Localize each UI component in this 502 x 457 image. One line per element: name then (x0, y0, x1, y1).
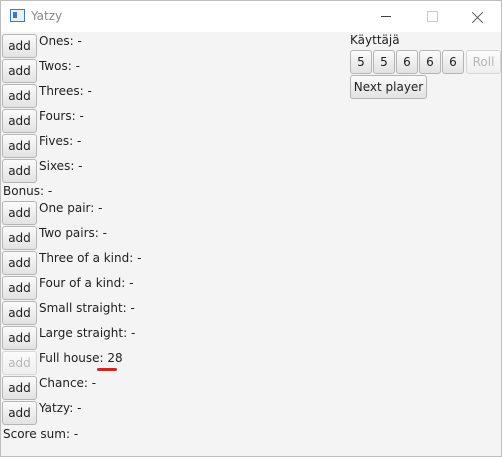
one-pair-score: One pair: - (39, 201, 103, 215)
bonus-score: Bonus: - (3, 184, 53, 198)
full-house-score: Full house: 28 (39, 351, 123, 365)
add-yatzy-button[interactable]: add (2, 401, 37, 425)
minimize-icon (381, 16, 391, 17)
add-ones-button[interactable]: add (2, 34, 37, 58)
three-of-a-kind-score: Three of a kind: - (39, 251, 142, 265)
die-4-button[interactable]: 6 (419, 50, 441, 74)
add-small-straight-button[interactable]: add (2, 301, 37, 325)
add-sixes-button[interactable]: add (2, 159, 37, 183)
fives-score: Fives: - (39, 134, 82, 148)
add-fours-button[interactable]: add (2, 109, 37, 133)
chance-score: Chance: - (39, 376, 97, 390)
close-icon (472, 11, 484, 23)
minimize-button[interactable] (363, 1, 409, 32)
title-bar[interactable]: Yatzy (1, 1, 501, 32)
die-2-button[interactable]: 5 (373, 50, 395, 74)
roll-button: Roll (466, 50, 501, 74)
add-large-straight-button[interactable]: add (2, 326, 37, 350)
add-twos-button[interactable]: add (2, 59, 37, 83)
threes-score: Threes: - (39, 84, 92, 98)
next-player-button[interactable]: Next player (350, 75, 427, 99)
add-chance-button[interactable]: add (2, 376, 37, 400)
player-name: Käyttäjä (350, 33, 400, 47)
twos-score: Twos: - (39, 59, 80, 73)
die-1-button[interactable]: 5 (350, 50, 372, 74)
yatzy-score: Yatzy: - (39, 401, 82, 415)
four-of-a-kind-score: Four of a kind: - (39, 276, 134, 290)
window-title: Yatzy (31, 9, 63, 23)
die-3-button[interactable]: 6 (396, 50, 418, 74)
add-full-house-button: add (2, 351, 37, 375)
maximize-icon (426, 11, 438, 22)
add-fives-button[interactable]: add (2, 134, 37, 158)
scoreboard-area: add Ones: - add Twos: - add Threes: - ad… (1, 32, 501, 456)
app-window-icon (10, 9, 25, 22)
large-straight-score: Large straight: - (39, 326, 136, 340)
two-pairs-score: Two pairs: - (39, 226, 107, 240)
full-house-score-highlight (97, 368, 117, 371)
close-button[interactable] (455, 1, 501, 32)
maximize-button[interactable] (409, 1, 455, 32)
score-sum: Score sum: - (3, 427, 79, 441)
fours-score: Fours: - (39, 109, 84, 123)
add-threes-button[interactable]: add (2, 84, 37, 108)
yatzy-window: Yatzy add Ones: - add Twos: - add Threes… (0, 0, 502, 457)
sixes-score: Sixes: - (39, 159, 83, 173)
small-straight-score: Small straight: - (39, 301, 135, 315)
add-three-of-a-kind-button[interactable]: add (2, 251, 37, 275)
add-two-pairs-button[interactable]: add (2, 226, 37, 250)
add-one-pair-button[interactable]: add (2, 201, 37, 225)
ones-score: Ones: - (39, 34, 82, 48)
die-5-button[interactable]: 6 (442, 50, 464, 74)
add-four-of-a-kind-button[interactable]: add (2, 276, 37, 300)
